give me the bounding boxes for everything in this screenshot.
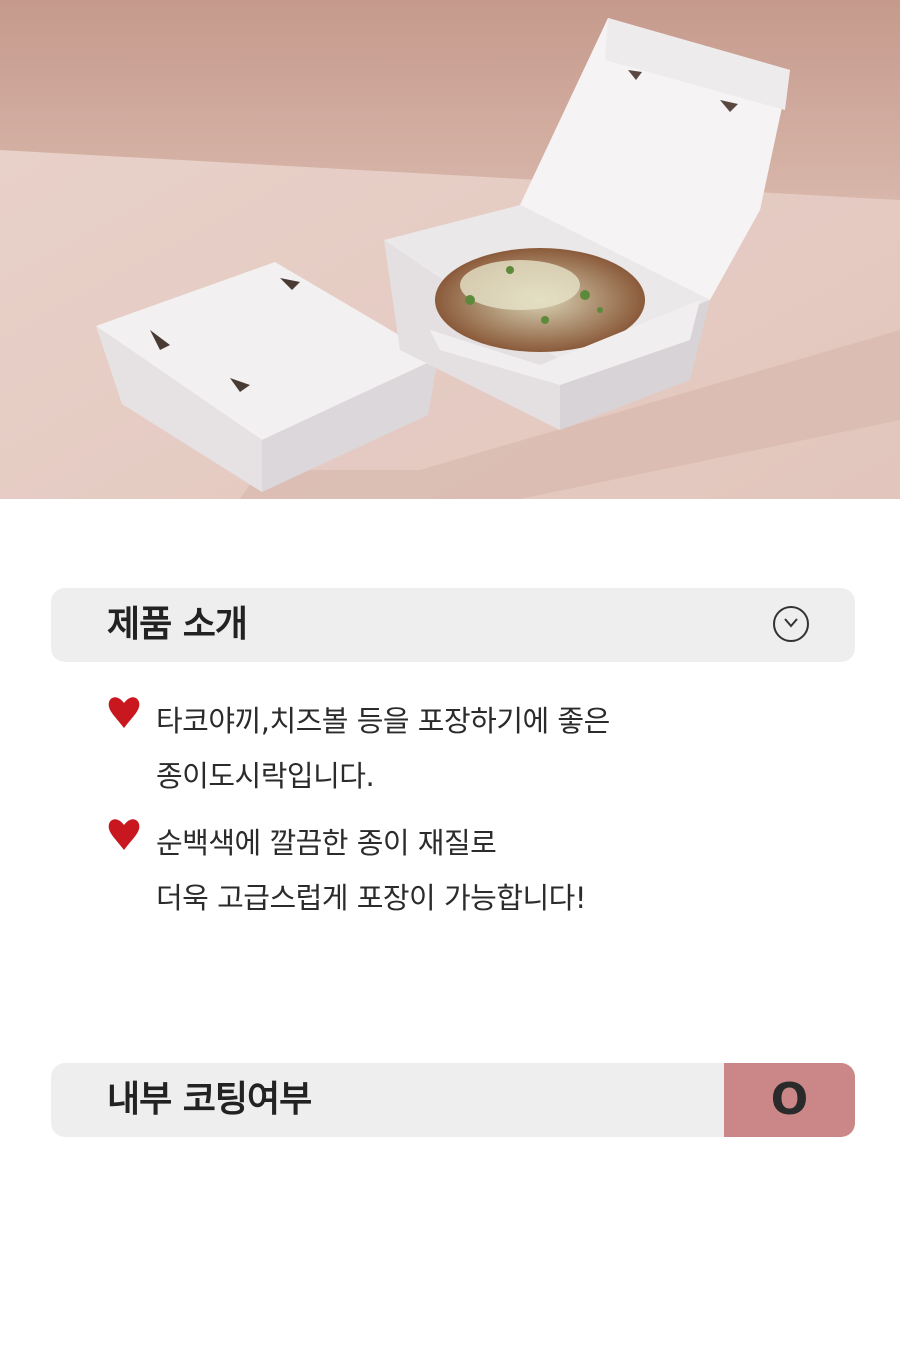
product-intro-title: 제품 소개 [107,604,248,645]
feature-text-line: 순백색에 깔끔한 종이 재질로 [156,826,497,860]
product-photo [0,0,900,499]
heart-icon [108,819,140,850]
coating-title: 내부 코팅여부 [107,1079,312,1120]
feature-text-line: 종이도시락입니다. [156,759,375,793]
coating-value-badge: O [724,1063,855,1137]
feature-text-line: 타코야끼,치즈볼 등을 포장하기에 좋은 [156,704,610,738]
chevron-down-circle-icon[interactable] [773,606,809,642]
coating-info-bar: 내부 코팅여부 O [51,1063,855,1137]
feature-text-line: 더욱 고급스럽게 포장이 가능합니다! [156,881,586,915]
heart-icon [108,697,140,728]
product-intro-header[interactable]: 제품 소개 [51,588,855,662]
